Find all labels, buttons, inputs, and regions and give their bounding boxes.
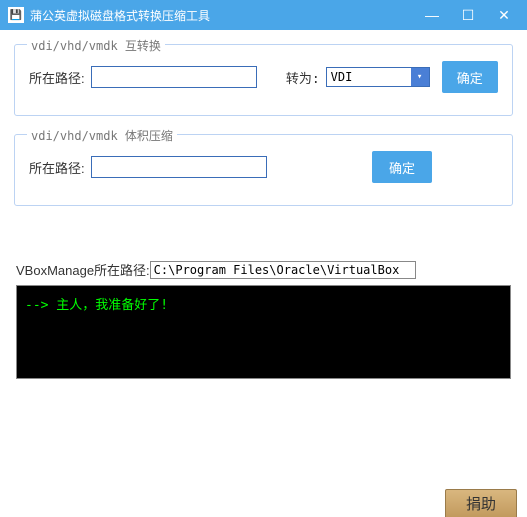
compress-path-input[interactable] — [91, 156, 267, 178]
minimize-button[interactable]: — — [423, 7, 441, 24]
footer: 捐助 — [445, 485, 517, 517]
convert-to-label: 转为: — [286, 68, 320, 87]
chevron-down-icon: ▾ — [411, 68, 429, 86]
donate-button[interactable]: 捐助 — [445, 489, 517, 517]
console-line: --> 主人，我准备好了! — [25, 294, 502, 313]
format-select-value: VDI — [331, 70, 353, 84]
console-output: --> 主人，我准备好了! — [16, 285, 511, 379]
vbox-path-label: VBoxManage所在路径: — [16, 260, 150, 279]
titlebar: 💾 蒲公英虚拟磁盘格式转换压缩工具 — ☐ ✕ — [0, 0, 527, 30]
convert-confirm-button[interactable]: 确定 — [442, 61, 498, 93]
compress-legend: vdi/vhd/vmdk 体积压缩 — [27, 127, 177, 144]
compress-path-label: 所在路径: — [29, 158, 85, 177]
vbox-path-row: VBoxManage所在路径: — [16, 260, 511, 279]
maximize-button[interactable]: ☐ — [459, 7, 477, 24]
close-button[interactable]: ✕ — [495, 7, 513, 24]
convert-legend: vdi/vhd/vmdk 互转换 — [27, 37, 165, 54]
convert-path-label: 所在路径: — [29, 68, 85, 87]
vbox-path-input[interactable] — [150, 261, 416, 279]
convert-path-input[interactable] — [91, 66, 257, 88]
format-select[interactable]: VDI ▾ — [326, 67, 430, 87]
app-icon: 💾 — [8, 7, 24, 23]
window-controls: — ☐ ✕ — [423, 7, 513, 24]
compress-confirm-button[interactable]: 确定 — [372, 151, 432, 183]
window-title: 蒲公英虚拟磁盘格式转换压缩工具 — [30, 7, 423, 24]
compress-group: vdi/vhd/vmdk 体积压缩 所在路径: 确定 — [14, 134, 513, 206]
convert-group: vdi/vhd/vmdk 互转换 所在路径: 转为: VDI ▾ 确定 — [14, 44, 513, 116]
content-area: vdi/vhd/vmdk 互转换 所在路径: 转为: VDI ▾ 确定 vdi/… — [0, 30, 527, 393]
